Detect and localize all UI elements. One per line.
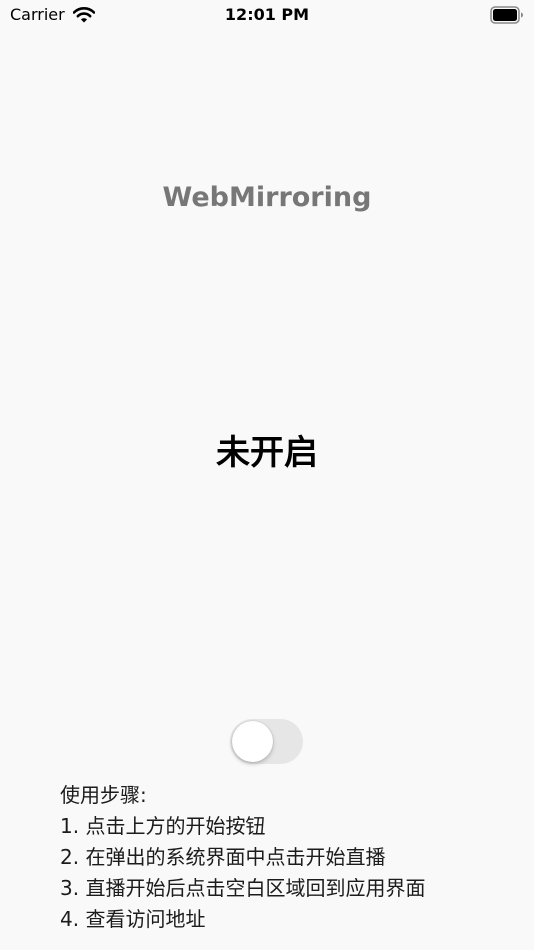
instruction-step: 1. 点击上方的开始按钮 — [60, 814, 266, 838]
app-title: WebMirroring — [162, 182, 372, 213]
status-time: 12:01 PM — [224, 5, 310, 24]
instruction-step: 2. 在弹出的系统界面中点击开始直播 — [60, 845, 386, 869]
instructions-heading: 使用步骤: — [60, 783, 147, 807]
toggle-knob[interactable] — [232, 721, 273, 762]
start-mirroring-toggle[interactable] — [230, 719, 303, 764]
mirroring-status-label: 未开启 — [216, 433, 318, 473]
battery-icon — [490, 6, 524, 24]
status-bar: Carrier 12:01 PM — [0, 0, 534, 30]
instructions: 使用步骤: 1. 点击上方的开始按钮 2. 在弹出的系统界面中点击开始直播 3.… — [60, 780, 530, 935]
instruction-step: 4. 查看访问地址 — [60, 907, 206, 931]
instruction-step: 3. 直播开始后点击空白区域回到应用界面 — [60, 876, 426, 900]
